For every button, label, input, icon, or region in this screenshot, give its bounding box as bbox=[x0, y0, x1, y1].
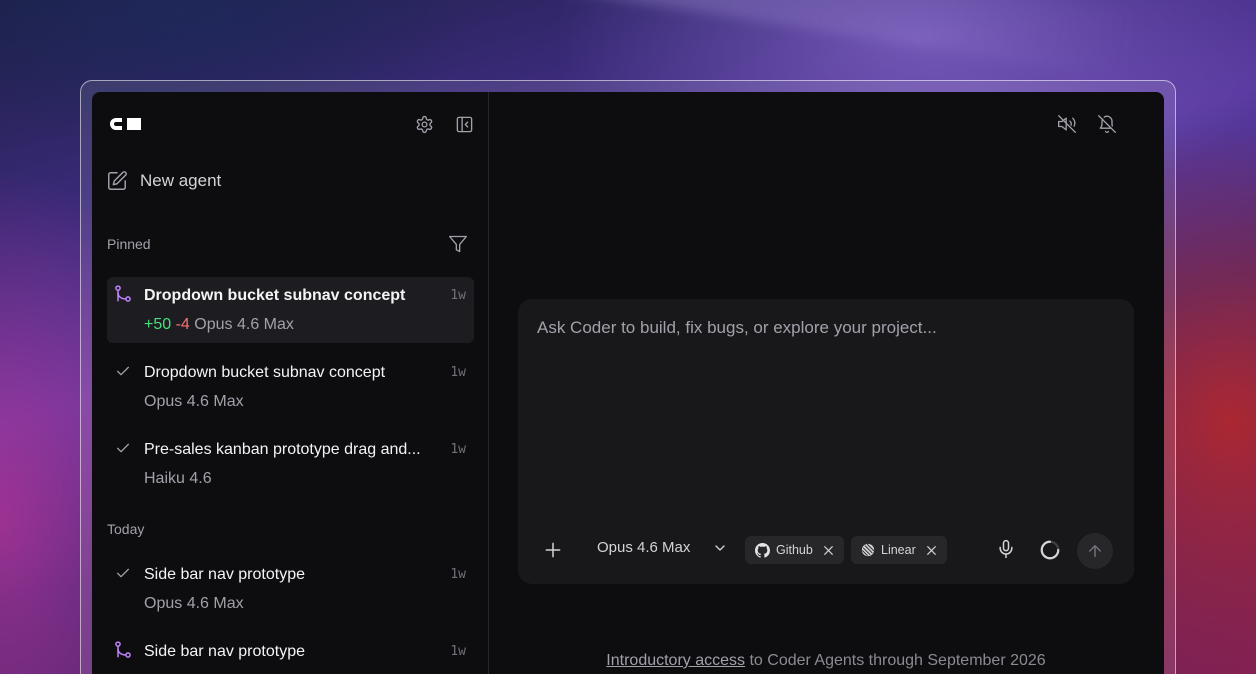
collapse-sidebar-button[interactable] bbox=[453, 113, 475, 135]
agent-title: Pre-sales kanban prototype drag and... bbox=[144, 441, 421, 458]
context-usage-ring-icon bbox=[1040, 540, 1060, 560]
chip-label: Linear bbox=[881, 543, 916, 557]
sidebar-collapse-icon bbox=[456, 116, 472, 132]
introductory-access-link[interactable]: Introductory access bbox=[606, 652, 745, 669]
check-icon bbox=[117, 568, 129, 578]
agent-status bbox=[113, 563, 133, 583]
prompt-composer: Opus 4.6 Max Github bbox=[518, 299, 1134, 584]
gear-icon bbox=[416, 115, 432, 133]
new-agent-label: New agent bbox=[140, 171, 222, 190]
close-icon bbox=[823, 545, 833, 555]
check-icon bbox=[117, 443, 129, 453]
arrow-up-icon bbox=[1089, 545, 1101, 557]
agent-item[interactable]: Dropdown bucket subnav concept 1w +50 -4… bbox=[107, 277, 474, 343]
agent-model: Opus 4.6 Max bbox=[144, 393, 244, 410]
plus-icon bbox=[545, 542, 561, 558]
chevron-down-icon bbox=[715, 544, 726, 551]
volume-off-icon bbox=[1058, 115, 1076, 133]
agent-status bbox=[113, 284, 133, 304]
integration-chip-github[interactable]: Github bbox=[745, 536, 844, 564]
linear-icon bbox=[861, 543, 875, 557]
deletions-count: -4 bbox=[175, 316, 190, 333]
chip-label: Github bbox=[776, 543, 813, 557]
app-window: New agent Pinned Dropdown bucket subnav … bbox=[92, 92, 1164, 674]
agent-item[interactable]: Side bar nav prototype 1w Opus 4.6 Max bbox=[107, 556, 474, 622]
agent-time: 1w bbox=[450, 442, 466, 457]
agent-status bbox=[113, 438, 133, 458]
agent-model: Opus 4.6 Max bbox=[144, 595, 244, 612]
agent-title: Side bar nav prototype bbox=[144, 643, 305, 660]
agent-item[interactable]: Dropdown bucket subnav concept 1w Opus 4… bbox=[107, 354, 474, 420]
voice-input-button[interactable] bbox=[995, 538, 1017, 560]
agent-time: 1w bbox=[450, 644, 466, 659]
agent-model: Opus 4.6 Max bbox=[194, 316, 294, 333]
mute-sound-button[interactable] bbox=[1056, 113, 1078, 135]
remove-chip-button[interactable] bbox=[925, 544, 938, 557]
today-section-label: Today bbox=[107, 521, 145, 537]
edit-icon bbox=[108, 171, 127, 190]
git-branch-icon bbox=[115, 285, 131, 302]
filter-icon bbox=[449, 235, 467, 253]
send-button[interactable] bbox=[1077, 533, 1113, 569]
coder-logo bbox=[110, 118, 141, 130]
new-agent-button[interactable]: New agent bbox=[106, 170, 221, 192]
model-selector[interactable]: Opus 4.6 Max bbox=[597, 539, 728, 556]
git-branch-icon bbox=[115, 641, 131, 658]
microphone-icon bbox=[999, 539, 1013, 559]
agent-title: Dropdown bucket subnav concept bbox=[144, 287, 406, 304]
check-icon bbox=[117, 366, 129, 376]
pinned-section-label: Pinned bbox=[107, 236, 151, 252]
prompt-input[interactable] bbox=[537, 318, 1097, 338]
notifications-off-button[interactable] bbox=[1096, 113, 1118, 135]
add-attachment-button[interactable] bbox=[542, 539, 564, 561]
sidebar: New agent Pinned Dropdown bucket subnav … bbox=[92, 92, 489, 674]
agent-meta: +50 -4 Opus 4.6 Max bbox=[144, 316, 294, 334]
agent-item[interactable]: Pre-sales kanban prototype drag and... 1… bbox=[107, 431, 474, 497]
additions-count: +50 bbox=[144, 316, 172, 333]
agent-model: Haiku 4.6 bbox=[144, 470, 212, 487]
settings-button[interactable] bbox=[413, 113, 435, 135]
filter-button[interactable] bbox=[447, 233, 469, 255]
agent-time: 1w bbox=[450, 567, 466, 582]
agent-status bbox=[113, 640, 133, 660]
access-notice-text: to Coder Agents through September 2026 bbox=[745, 652, 1046, 669]
model-selector-label: Opus 4.6 Max bbox=[597, 539, 691, 556]
agent-time: 1w bbox=[450, 365, 466, 380]
main-panel: Opus 4.6 Max Github bbox=[489, 92, 1164, 674]
agent-status bbox=[113, 361, 133, 381]
integration-chip-linear[interactable]: Linear bbox=[851, 536, 947, 564]
access-notice: Introductory access to Coder Agents thro… bbox=[489, 652, 1163, 670]
agent-title: Dropdown bucket subnav concept bbox=[144, 364, 386, 381]
bell-off-icon bbox=[1098, 115, 1116, 134]
close-icon bbox=[926, 545, 936, 555]
agent-item[interactable]: Side bar nav prototype 1w bbox=[107, 633, 474, 674]
agent-time: 1w bbox=[450, 288, 466, 303]
github-icon bbox=[755, 542, 770, 558]
agent-title: Side bar nav prototype bbox=[144, 566, 305, 583]
remove-chip-button[interactable] bbox=[822, 544, 835, 557]
background-light-streak bbox=[240, 0, 1140, 80]
